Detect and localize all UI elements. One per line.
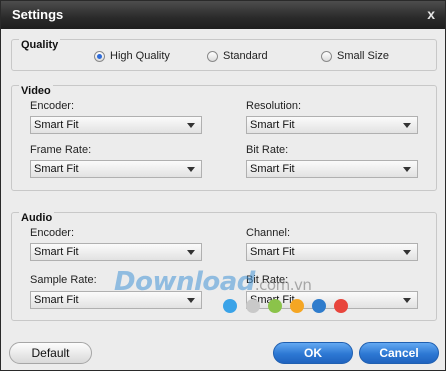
chevron-down-icon xyxy=(403,250,411,255)
audio-encoder-label: Encoder: xyxy=(30,227,75,239)
audio-group-title: Audio xyxy=(19,212,55,224)
default-button[interactable]: Default xyxy=(9,342,92,364)
video-encoder-select[interactable]: Smart Fit xyxy=(30,116,202,134)
video-resolution-value: Smart Fit xyxy=(250,119,295,131)
audio-encoder-value: Smart Fit xyxy=(34,246,79,258)
audio-encoder-select[interactable]: Smart Fit xyxy=(30,243,202,261)
watermark-dot xyxy=(268,299,282,313)
watermark-dot xyxy=(334,299,348,313)
cancel-button[interactable]: Cancel xyxy=(359,342,439,364)
title-bar: Settings x xyxy=(1,1,445,29)
video-resolution-select[interactable]: Smart Fit xyxy=(246,116,418,134)
radio-selected-icon xyxy=(94,50,105,62)
audio-sample-rate-value: Smart Fit xyxy=(34,294,79,306)
radio-standard-label: Standard xyxy=(223,50,268,62)
video-group: Video Encoder: Smart Fit Resolution: Sma… xyxy=(11,85,437,191)
video-encoder-value: Smart Fit xyxy=(34,119,79,131)
chevron-down-icon xyxy=(187,298,195,303)
chevron-down-icon xyxy=(187,123,195,128)
video-resolution-label: Resolution: xyxy=(246,100,302,112)
radio-small-size[interactable]: Small Size xyxy=(321,50,389,62)
radio-unselected-icon xyxy=(321,50,332,62)
ok-button[interactable]: OK xyxy=(273,342,353,364)
chevron-down-icon xyxy=(187,167,195,172)
radio-high-quality-label: High Quality xyxy=(110,50,170,62)
video-bit-rate-value: Smart Fit xyxy=(250,163,295,175)
watermark-tld: .com.vn xyxy=(254,276,312,294)
audio-channel-label: Channel: xyxy=(246,227,291,239)
close-icon[interactable]: x xyxy=(427,6,435,22)
video-frame-rate-label: Frame Rate: xyxy=(30,144,92,156)
quality-group-title: Quality xyxy=(19,39,61,51)
settings-dialog: Settings x Quality High Quality Standard… xyxy=(0,0,446,371)
video-bit-rate-select[interactable]: Smart Fit xyxy=(246,160,418,178)
video-bit-rate-label: Bit Rate: xyxy=(246,144,289,156)
chevron-down-icon xyxy=(403,167,411,172)
radio-unselected-icon xyxy=(207,50,218,62)
watermark: Download.com.vn xyxy=(114,267,312,297)
video-frame-rate-select[interactable]: Smart Fit xyxy=(30,160,202,178)
chevron-down-icon xyxy=(403,298,411,303)
radio-standard[interactable]: Standard xyxy=(207,50,268,62)
watermark-dot xyxy=(246,299,260,313)
dialog-title: Settings xyxy=(12,7,64,22)
video-frame-rate-value: Smart Fit xyxy=(34,163,79,175)
watermark-main: Download xyxy=(114,267,255,297)
radio-small-size-label: Small Size xyxy=(337,50,389,62)
video-group-title: Video xyxy=(19,85,53,97)
audio-sample-rate-label: Sample Rate: xyxy=(30,274,97,286)
watermark-dot xyxy=(312,299,326,313)
audio-channel-value: Smart Fit xyxy=(250,246,295,258)
chevron-down-icon xyxy=(403,123,411,128)
watermark-dot xyxy=(223,299,237,313)
audio-channel-select[interactable]: Smart Fit xyxy=(246,243,418,261)
video-encoder-label: Encoder: xyxy=(30,100,75,112)
radio-high-quality[interactable]: High Quality xyxy=(94,50,170,62)
watermark-dot xyxy=(290,299,304,313)
quality-group: Quality High Quality Standard Small Size xyxy=(11,39,437,71)
chevron-down-icon xyxy=(187,250,195,255)
